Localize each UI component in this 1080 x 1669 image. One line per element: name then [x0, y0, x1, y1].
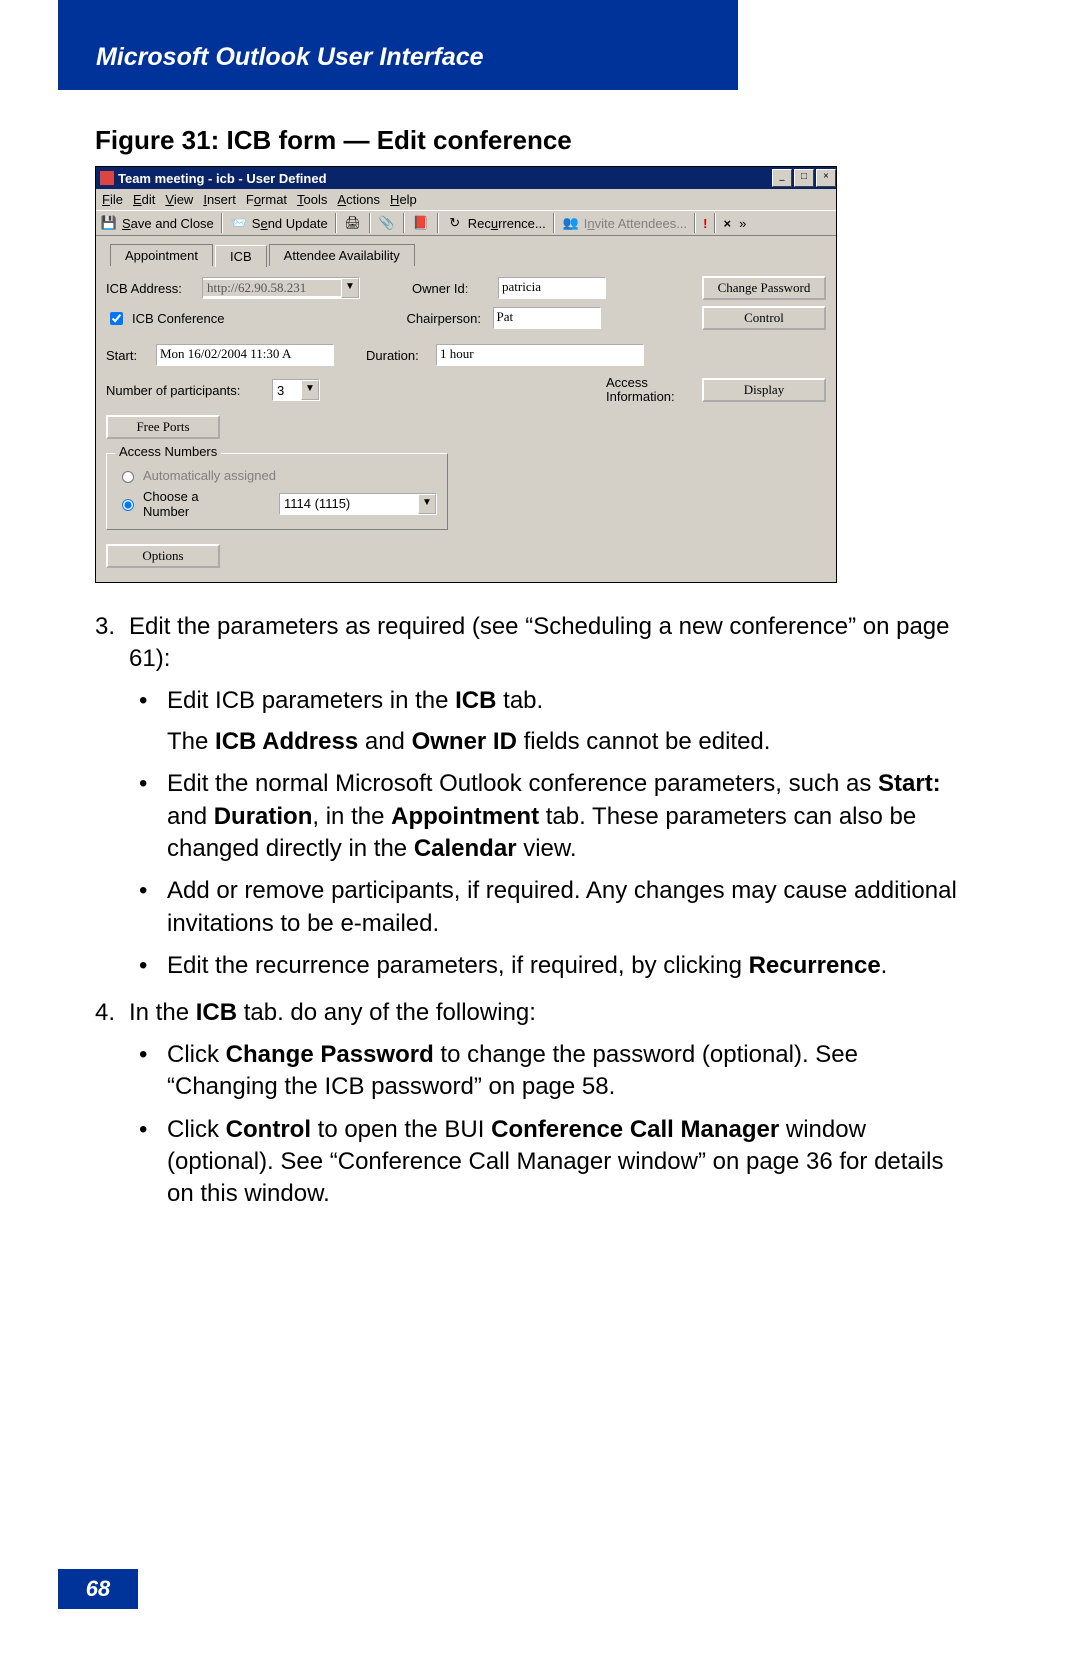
num-participants-value: 3 [273, 383, 301, 398]
free-ports-button[interactable]: Free Ports [106, 415, 220, 439]
window-titlebar: Team meeting - icb - User Defined _ □ × [96, 167, 836, 189]
auto-assigned-label: Automatically assigned [143, 468, 276, 483]
step-4: 4. In the ICB tab. do any of the followi… [95, 997, 965, 1029]
start-label: Start: [106, 348, 150, 363]
choose-number-label: Choose a Number [143, 489, 247, 519]
chevron-down-icon[interactable]: ▼ [301, 380, 319, 400]
toolbar-more-button[interactable]: » [739, 216, 746, 231]
chairperson-field[interactable]: Pat [493, 307, 601, 329]
minimize-button[interactable]: _ [772, 169, 792, 187]
access-numbers-legend: Access Numbers [115, 444, 221, 459]
choose-number-value: 1114 (1115) [280, 496, 418, 511]
maximize-button[interactable]: □ [794, 169, 814, 187]
menu-file[interactable]: File [102, 192, 123, 207]
invite-attendees-icon: 👥 [562, 214, 580, 232]
owner-id-label: Owner Id: [412, 281, 492, 296]
document-body: 3. Edit the parameters as required (see … [95, 611, 965, 1211]
outlook-window: Team meeting - icb - User Defined _ □ × … [95, 166, 837, 583]
step-4-number: 4. [95, 997, 129, 1029]
menu-view[interactable]: View [165, 192, 193, 207]
icb-address-label: ICB Address: [106, 281, 196, 296]
auto-assigned-radio[interactable] [122, 471, 134, 483]
menu-edit[interactable]: Edit [133, 192, 155, 207]
toolbar: 💾 Save and Close 📨 Send Update 🖨 📎 📕 ↻ R… [96, 210, 836, 236]
book-icon[interactable]: 📕 [412, 214, 430, 232]
recurrence-icon: ↻ [446, 214, 464, 232]
icb-address-dropdown[interactable]: http://62.90.58.231 ▼ [202, 277, 360, 299]
page-number: 68 [58, 1569, 138, 1609]
bullet-6: • Click Control to open the BUI Conferen… [139, 1114, 965, 1211]
recurrence-button[interactable]: Recurrence... [468, 216, 546, 231]
bullet-4: • Edit the recurrence parameters, if req… [139, 950, 965, 982]
menu-insert[interactable]: Insert [203, 192, 236, 207]
attach-icon[interactable]: 📎 [378, 214, 396, 232]
chevron-down-icon[interactable]: ▼ [418, 494, 436, 514]
tab-attendee-availability[interactable]: Attendee Availability [269, 244, 415, 266]
icb-address-value: http://62.90.58.231 [203, 280, 341, 296]
invite-attendees-button: Invite Attendees... [584, 216, 687, 231]
chevron-down-icon[interactable]: ▼ [341, 278, 359, 298]
menu-tools[interactable]: Tools [297, 192, 327, 207]
high-importance-button[interactable]: ! [703, 216, 707, 231]
icb-conference-label: ICB Conference [132, 311, 225, 326]
print-icon[interactable]: 🖨 [344, 214, 362, 232]
choose-number-radio[interactable] [122, 499, 134, 511]
send-update-button[interactable]: Send Update [252, 216, 328, 231]
save-and-close-button[interactable]: Save and Close [122, 216, 214, 231]
num-participants-label: Number of participants: [106, 383, 266, 398]
app-icon [100, 171, 114, 185]
page-header: Microsoft Outlook User Interface [58, 0, 738, 90]
bullet-5: • Click Change Password to change the pa… [139, 1039, 965, 1104]
menu-help[interactable]: Help [390, 192, 417, 207]
window-title: Team meeting - icb - User Defined [118, 171, 327, 186]
figure-caption: Figure 31: ICB form — Edit conference [95, 125, 965, 156]
form-body: Appointment ICB Attendee Availability IC… [96, 236, 836, 582]
tab-icb[interactable]: ICB [215, 245, 267, 267]
icb-conference-checkbox[interactable] [110, 312, 123, 325]
display-button[interactable]: Display [702, 378, 826, 402]
options-button[interactable]: Options [106, 544, 220, 568]
change-password-button[interactable]: Change Password [702, 276, 826, 300]
duration-label: Duration: [366, 348, 430, 363]
menubar: File Edit View Insert Format Tools Actio… [96, 189, 836, 210]
close-window-button[interactable]: × [816, 169, 836, 187]
delete-button[interactable]: × [723, 216, 731, 231]
owner-id-field[interactable]: patricia [498, 277, 606, 299]
control-button[interactable]: Control [702, 306, 826, 330]
access-information-label: AccessInformation: [606, 376, 696, 405]
access-numbers-group: Access Numbers Automatically assigned Ch… [106, 453, 448, 530]
chairperson-label: Chairperson: [407, 311, 487, 326]
save-icon: 💾 [100, 214, 118, 232]
tab-appointment[interactable]: Appointment [110, 244, 213, 266]
menu-format[interactable]: Format [246, 192, 287, 207]
step-3-text: Edit the parameters as required (see “Sc… [129, 611, 965, 676]
bullet-1-sub: The ICB Address and Owner ID fields cann… [167, 726, 965, 758]
page-header-title: Microsoft Outlook User Interface [96, 43, 484, 72]
duration-field[interactable]: 1 hour [436, 344, 644, 366]
send-icon: 📨 [230, 214, 248, 232]
bullet-1: • Edit ICB parameters in the ICB tab. [139, 685, 965, 717]
tabs: Appointment ICB Attendee Availability [106, 244, 826, 266]
step-3-number: 3. [95, 611, 129, 676]
start-field[interactable]: Mon 16/02/2004 11:30 A [156, 344, 334, 366]
num-participants-dropdown[interactable]: 3 ▼ [272, 379, 320, 401]
choose-number-dropdown[interactable]: 1114 (1115) ▼ [279, 493, 437, 515]
bullet-2: • Edit the normal Microsoft Outlook conf… [139, 768, 965, 865]
step-3: 3. Edit the parameters as required (see … [95, 611, 965, 676]
menu-actions[interactable]: Actions [337, 192, 380, 207]
bullet-3: • Add or remove participants, if require… [139, 875, 965, 940]
